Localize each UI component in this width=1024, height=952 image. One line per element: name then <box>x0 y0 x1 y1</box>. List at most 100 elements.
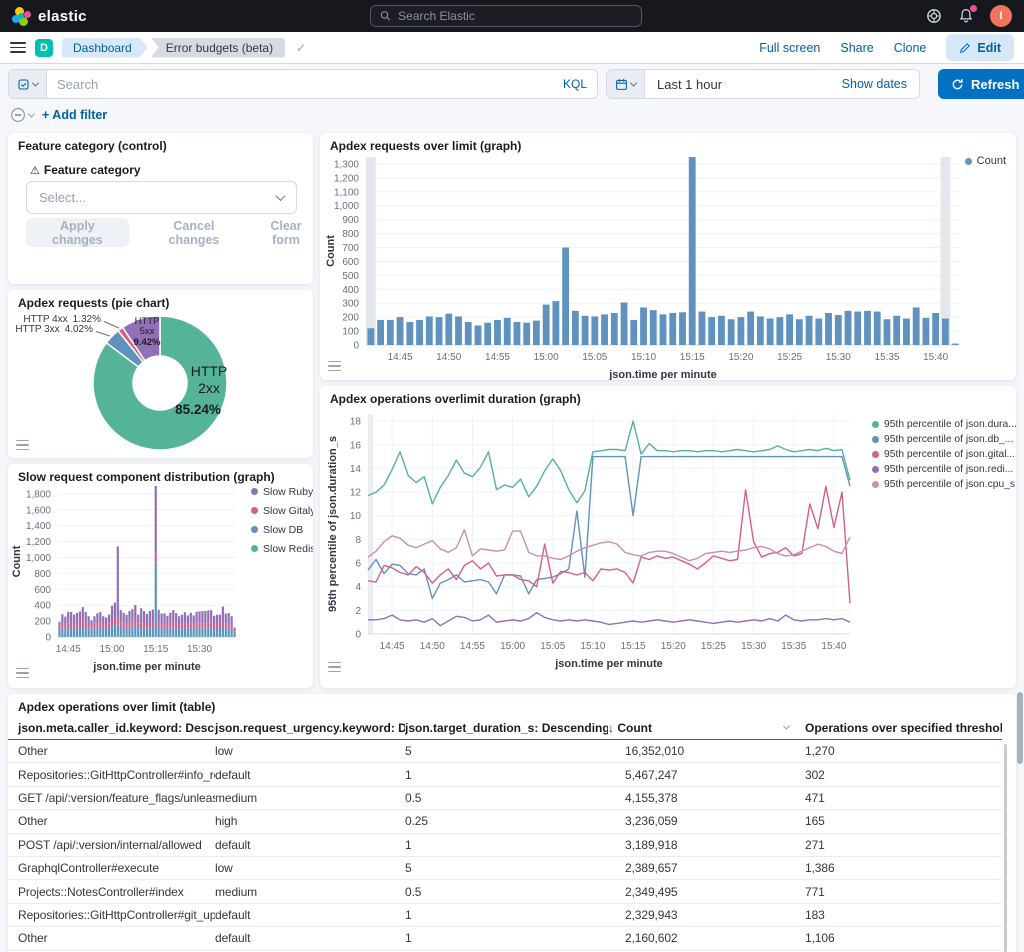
table-row[interactable]: Otherhigh0.253,236,059165 <box>8 810 1002 833</box>
legend-item[interactable]: 95th percentile of json.redi... <box>872 464 1016 475</box>
clear-form-button[interactable]: Clear form <box>259 219 313 247</box>
table-row[interactable]: GraphqlController#executelow52,389,6571,… <box>8 857 1002 880</box>
table-cell: 771 <box>805 885 1002 899</box>
legend-item[interactable]: 95th percentile of json.db_... <box>872 434 1016 445</box>
panel-options-icon[interactable] <box>328 662 341 672</box>
table-row[interactable]: Repositories::GitHttpController#git_upl.… <box>8 904 1002 927</box>
filter-options-icon[interactable] <box>10 107 34 123</box>
table-cell: 2,389,657 <box>608 861 805 875</box>
legend-item[interactable]: 95th percentile of json.gital... <box>872 449 1016 460</box>
table-cell: Other <box>18 931 215 945</box>
chevron-down-icon <box>276 191 286 201</box>
svg-text:15:25: 15:25 <box>701 641 726 652</box>
table-cell: GraphqlController#execute <box>18 861 215 875</box>
space-badge[interactable]: D <box>35 39 53 57</box>
panel-title: Apdex operations overlimit duration (gra… <box>330 392 581 406</box>
refresh-button[interactable]: Refresh <box>938 69 1024 99</box>
kql-search-input[interactable] <box>47 70 553 98</box>
breadcrumb-dashboard[interactable]: Dashboard <box>62 38 148 58</box>
table-cell: default <box>215 838 405 852</box>
column-header[interactable]: ↓ Count <box>608 721 805 735</box>
svg-text:15:00: 15:00 <box>534 352 559 363</box>
svg-text:14:55: 14:55 <box>460 641 485 652</box>
table-row[interactable]: Repositories::GitHttpController#info_ref… <box>8 763 1002 786</box>
time-range-value[interactable]: Last 1 hour <box>645 77 830 92</box>
table-scrollbar[interactable] <box>1004 744 1007 952</box>
svg-text:14:50: 14:50 <box>436 352 461 363</box>
table-row[interactable]: GET /api/:version/feature_flags/unleash.… <box>8 787 1002 810</box>
table-row[interactable]: Otherdefault12,160,6021,106 <box>8 927 1002 950</box>
panel-options-icon[interactable] <box>16 440 29 450</box>
svg-text:2: 2 <box>355 606 361 617</box>
svg-text:200: 200 <box>34 617 51 628</box>
notifications-bell-icon[interactable] <box>958 8 974 24</box>
bar-chart[interactable]: 01002003004005006007008009001,0001,1001,… <box>320 133 1016 380</box>
table-cell: 4,155,378 <box>608 791 805 805</box>
time-quick-menu-button[interactable] <box>607 70 645 98</box>
svg-text:15:30: 15:30 <box>826 352 851 363</box>
svg-text:15:05: 15:05 <box>582 352 607 363</box>
legend-item[interactable]: Count <box>965 155 1006 167</box>
table-row[interactable]: Otherlow516,352,0101,270 <box>8 740 1002 763</box>
svg-text:1,300: 1,300 <box>334 159 359 170</box>
saved-query-icon <box>17 78 30 91</box>
menu-hamburger-icon[interactable] <box>10 42 26 53</box>
legend-item[interactable]: Slow Redis⋮ <box>251 542 311 555</box>
help-icon[interactable] <box>926 8 942 24</box>
avatar[interactable]: I <box>990 5 1012 27</box>
legend-label: 95th percentile of json.cpu_s <box>884 479 1015 490</box>
table-cell: 1,106 <box>805 931 1002 945</box>
legend-item[interactable]: 95th percentile of json.cpu_s <box>872 479 1016 490</box>
svg-text:1,100: 1,100 <box>334 187 359 198</box>
panel-options-icon[interactable] <box>328 361 341 371</box>
refresh-icon <box>951 78 964 91</box>
global-header: elastic I <box>0 0 1024 32</box>
full-screen-button[interactable]: Full screen <box>759 41 820 55</box>
table-cell: default <box>215 768 405 782</box>
clone-button[interactable]: Clone <box>894 41 927 55</box>
column-header[interactable]: Operations over specified threshold... <box>805 721 1002 735</box>
svg-text:15:15: 15:15 <box>621 641 646 652</box>
column-header[interactable]: json.request_urgency.keyword: Des... <box>215 721 405 735</box>
column-header[interactable]: json.meta.caller_id.keyword: Desce... <box>18 721 215 735</box>
table-row[interactable]: POST /api/:version/internal/alloweddefau… <box>8 834 1002 857</box>
panel-options-icon[interactable] <box>16 668 29 678</box>
apply-changes-button[interactable]: Apply changes <box>26 218 129 247</box>
column-header[interactable]: json.target_duration_s: Descending <box>405 721 608 735</box>
elastic-logo[interactable]: elastic <box>12 7 87 26</box>
table-cell: 165 <box>805 814 1002 828</box>
table-cell: Repositories::GitHttpController#git_upl.… <box>18 908 215 922</box>
legend-label: 95th percentile of json.redi... <box>884 464 1013 475</box>
global-search-input[interactable] <box>398 9 632 23</box>
legend-label: 95th percentile of json.db_... <box>884 434 1013 445</box>
svg-text:Count: Count <box>325 235 337 267</box>
kql-toggle[interactable]: KQL <box>553 77 597 91</box>
page-scrollbar[interactable] <box>1017 692 1023 764</box>
table-cell: 5,467,247 <box>608 768 805 782</box>
table-cell: 5 <box>405 744 608 758</box>
chevron-down-icon[interactable] <box>783 723 790 730</box>
share-button[interactable]: Share <box>840 41 873 55</box>
legend-item[interactable]: Slow DB⋮ <box>251 523 311 536</box>
legend-item[interactable]: 95th percentile of json.dura... <box>872 419 1016 430</box>
show-dates-button[interactable]: Show dates <box>830 77 919 91</box>
panel-title: Apdex requests over limit (graph) <box>330 139 521 153</box>
table-cell: 3,236,059 <box>608 814 805 828</box>
svg-text:15:00: 15:00 <box>500 641 525 652</box>
legend-item[interactable]: Slow Ruby⋮ <box>251 485 311 498</box>
feature-category-select[interactable]: Select... <box>26 181 297 214</box>
legend-color-dot <box>872 481 879 488</box>
add-filter-button[interactable]: + Add filter <box>42 108 107 122</box>
legend-options-icon[interactable]: ⋮ <box>308 523 313 536</box>
table-row[interactable]: Projects::NotesController#indexmedium0.5… <box>8 880 1002 903</box>
svg-text:15:30: 15:30 <box>741 641 766 652</box>
saved-query-menu-button[interactable] <box>9 70 47 98</box>
edit-button[interactable]: Edit <box>946 34 1014 61</box>
global-search[interactable] <box>370 5 642 27</box>
legend-item[interactable]: Slow Gitaly⋮ <box>251 504 311 517</box>
chart-legend: Slow Ruby⋮Slow Gitaly⋮Slow DB⋮Slow Redis… <box>251 485 311 555</box>
svg-text:json.time per minute: json.time per minute <box>608 369 717 380</box>
cancel-changes-button[interactable]: Cancel changes <box>153 219 235 247</box>
table-cell: 0.5 <box>405 791 608 805</box>
legend-label: Slow Gitaly <box>263 505 313 517</box>
